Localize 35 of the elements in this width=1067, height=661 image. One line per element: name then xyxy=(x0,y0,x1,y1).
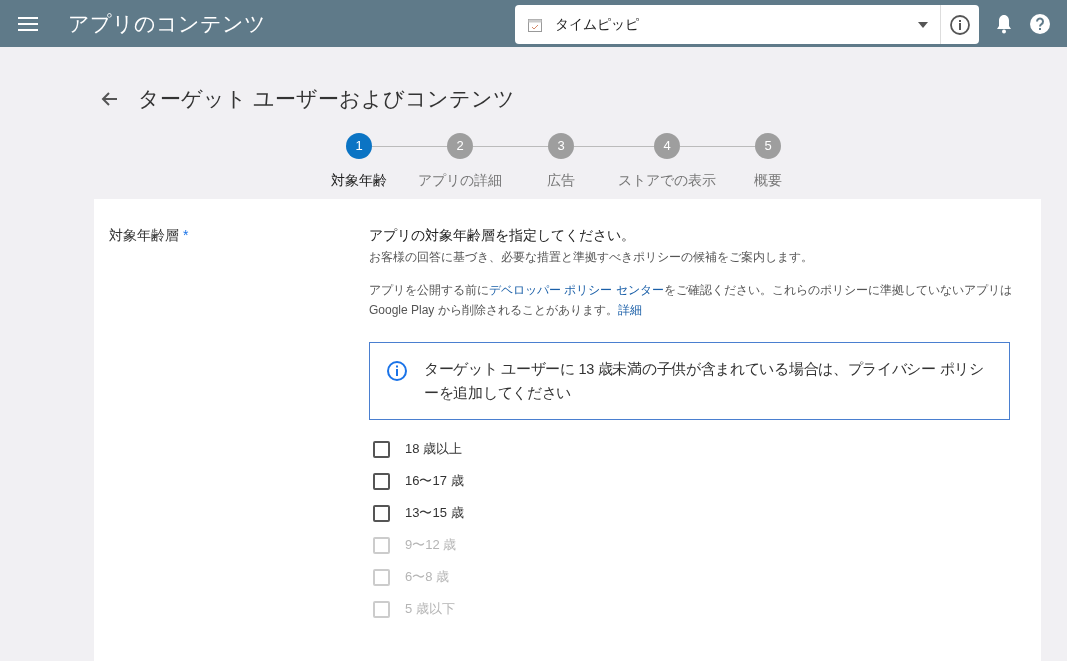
step-label[interactable]: ストアでの表示 xyxy=(618,169,716,191)
age-checkbox[interactable] xyxy=(373,504,390,522)
policy-link[interactable]: デベロッパー ポリシー センター xyxy=(489,282,664,297)
step-number[interactable]: 2 xyxy=(447,132,473,159)
age-option-label[interactable]: 16〜17 歳 xyxy=(405,471,464,491)
age-option-label[interactable]: 18 歳以上 xyxy=(405,439,463,459)
dropdown-caret-icon xyxy=(918,21,928,28)
step-number[interactable]: 4 xyxy=(654,132,680,159)
question-heading: アプリの対象年齢層を指定してください。 xyxy=(369,225,636,245)
page-title: ターゲット ユーザーおよびコンテンツ xyxy=(138,86,515,112)
info-icon[interactable] xyxy=(949,13,971,36)
step-number[interactable]: 1 xyxy=(346,132,372,159)
age-checkbox[interactable] xyxy=(373,440,390,458)
step-label[interactable]: アプリの詳細 xyxy=(418,169,502,191)
step-label[interactable]: 広告 xyxy=(547,169,575,191)
header-title: アプリのコンテンツ xyxy=(68,10,266,37)
step-number[interactable]: 5 xyxy=(755,132,781,159)
field-label: 対象年齢層 xyxy=(109,226,179,243)
bell-icon[interactable] xyxy=(995,13,1013,34)
back-arrow-icon[interactable] xyxy=(100,90,118,107)
age-option-label[interactable]: 13〜15 歳 xyxy=(405,503,464,523)
required-mark: * xyxy=(183,226,189,243)
info-icon xyxy=(386,359,408,382)
age-checkbox[interactable] xyxy=(373,472,390,490)
policy-note: アプリを公開する前にデベロッパー ポリシー センターをご確認ください。これらのポリシーに準拠していないアプリは Google Play から削除されることがあります。詳細 xyxy=(369,281,1013,319)
policy-link[interactable]: 詳細 xyxy=(617,302,642,317)
step-label[interactable]: 概要 xyxy=(754,169,782,191)
info-message: ターゲット ユーザーに 13 歳未満の子供が含まれている場合は、プライバシー ポリシーを追加してください xyxy=(424,359,985,403)
step-label[interactable]: 対象年齢 xyxy=(331,169,387,191)
step-number[interactable]: 3 xyxy=(548,132,574,159)
help-icon[interactable] xyxy=(1029,12,1051,35)
calendar-icon xyxy=(527,16,543,33)
app-selector[interactable]: タイムピッピ xyxy=(515,5,979,44)
question-subheading: お客様の回答に基づき、必要な措置と準拠すべきポリシーの候補をご案内します。 xyxy=(369,248,814,266)
app-name: タイムピッピ xyxy=(555,15,639,34)
